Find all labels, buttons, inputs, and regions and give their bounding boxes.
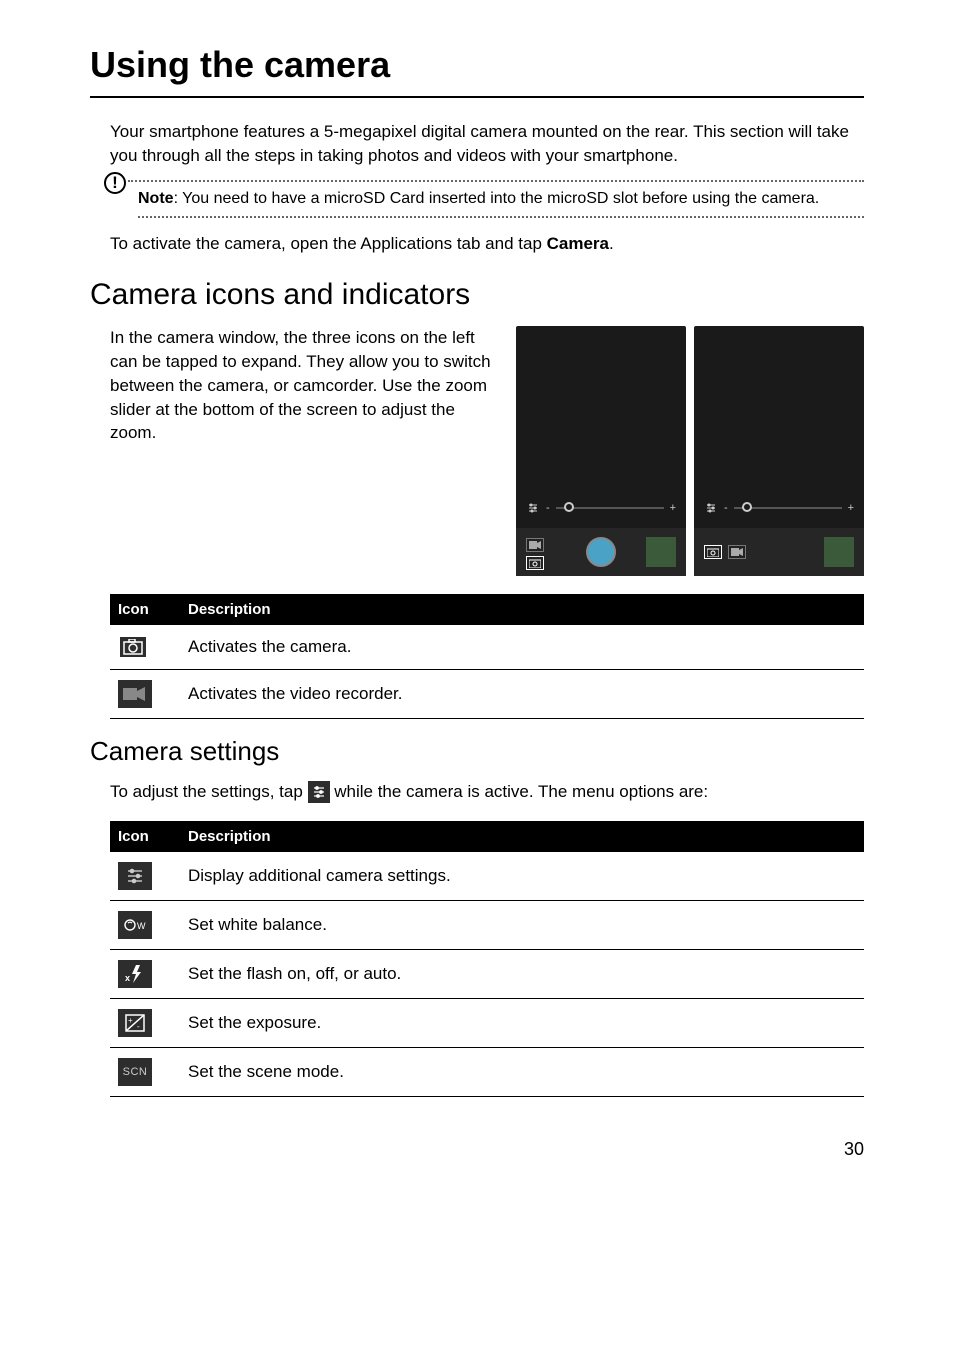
table-header-description: Description xyxy=(180,821,864,852)
table-cell-description: Display additional camera settings. xyxy=(180,852,864,901)
scene-icon: SCN xyxy=(118,1058,152,1086)
sliders-icon xyxy=(704,501,718,515)
camera-icon xyxy=(704,545,722,559)
table-header-description: Description xyxy=(180,594,864,625)
svg-text:x: x xyxy=(125,973,130,983)
table-cell-description: Set the scene mode. xyxy=(180,1048,864,1097)
table-row: +- Set the exposure. xyxy=(110,999,864,1048)
table-row: W Set white balance. xyxy=(110,901,864,950)
zoom-slider: - + xyxy=(526,501,676,516)
video-icon xyxy=(118,680,152,708)
gallery-thumbnail xyxy=(824,537,854,567)
sliders-icon xyxy=(118,862,152,890)
svg-text:W: W xyxy=(137,921,146,931)
table-header-icon: Icon xyxy=(110,821,180,852)
exposure-icon: +- xyxy=(118,1009,152,1037)
table-row: x Set the flash on, off, or auto. xyxy=(110,950,864,999)
activate-pre: To activate the camera, open the Applica… xyxy=(110,234,547,253)
section-icons-title: Camera icons and indicators xyxy=(90,274,864,316)
settings-post: while the camera is active. The menu opt… xyxy=(330,782,709,801)
note-label: Note xyxy=(138,190,174,207)
note-text: : You need to have a microSD Card insert… xyxy=(174,190,820,207)
table-cell-description: Set the exposure. xyxy=(180,999,864,1048)
camera-icon xyxy=(526,556,544,570)
table-cell-description: Set white balance. xyxy=(180,901,864,950)
settings-table: Icon Description Display additional came… xyxy=(110,821,864,1097)
icons-table: Icon Description Activates the camera. A… xyxy=(110,594,864,719)
intro-paragraph: Your smartphone features a 5-megapixel d… xyxy=(110,120,864,168)
video-icon xyxy=(526,538,544,552)
gallery-thumbnail xyxy=(646,537,676,567)
note-box: ! Note: You need to have a microSD Card … xyxy=(110,180,864,218)
page-title: Using the camera xyxy=(90,40,864,98)
sliders-icon xyxy=(526,501,540,515)
table-cell-description: Activates the camera. xyxy=(180,625,864,670)
settings-paragraph: To adjust the settings, tap while the ca… xyxy=(110,780,864,804)
activate-bold: Camera xyxy=(547,234,609,253)
screenshot-video-mode: - + xyxy=(694,326,864,576)
activate-post: . xyxy=(609,234,614,253)
shutter-button xyxy=(586,537,616,567)
table-row: Activates the camera. xyxy=(110,625,864,670)
white-balance-icon: W xyxy=(118,911,152,939)
settings-pre: To adjust the settings, tap xyxy=(110,782,308,801)
svg-text:-: - xyxy=(137,1022,140,1031)
screenshot-camera-mode: - + xyxy=(516,326,686,576)
flash-icon: x xyxy=(118,960,152,988)
table-cell-description: Set the flash on, off, or auto. xyxy=(180,950,864,999)
sliders-icon xyxy=(308,781,330,803)
camera-icon xyxy=(118,635,148,659)
icons-paragraph: In the camera window, the three icons on… xyxy=(110,326,496,445)
activate-paragraph: To activate the camera, open the Applica… xyxy=(110,232,864,256)
page-number: 30 xyxy=(90,1137,864,1162)
camera-screenshots: - + xyxy=(516,326,864,576)
table-row: Activates the video recorder. xyxy=(110,670,864,719)
table-header-icon: Icon xyxy=(110,594,180,625)
svg-text:+: + xyxy=(128,1016,133,1025)
alert-icon: ! xyxy=(104,172,126,194)
table-row: Display additional camera settings. xyxy=(110,852,864,901)
video-icon xyxy=(728,545,746,559)
table-row: SCN Set the scene mode. xyxy=(110,1048,864,1097)
zoom-slider: - + xyxy=(704,501,854,516)
subsection-settings-title: Camera settings xyxy=(90,733,864,769)
table-cell-description: Activates the video recorder. xyxy=(180,670,864,719)
